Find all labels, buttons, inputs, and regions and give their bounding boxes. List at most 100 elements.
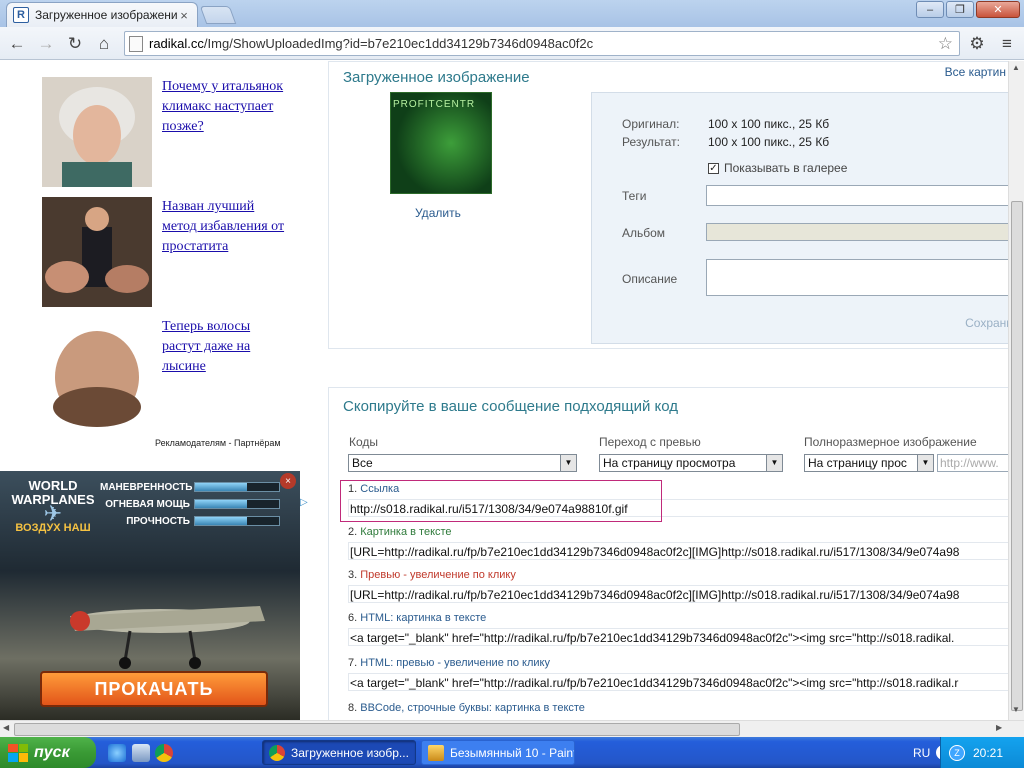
ad-link[interactable]: Теперь волосы растут даже на лысине: [162, 317, 292, 377]
new-tab-button[interactable]: [199, 6, 237, 24]
url-host: radikal.cc: [149, 36, 204, 51]
album-select[interactable]: [706, 223, 1008, 241]
stat-row: МАНЕВРЕННОСТЬ: [100, 479, 280, 495]
upgrade-button[interactable]: ПРОКАЧАТЬ: [40, 671, 268, 707]
code-value-field[interactable]: [URL=http://radikal.ru/fp/b7e210ec1dd341…: [348, 585, 1008, 603]
ad-item[interactable]: Теперь волосы растут даже на лысине: [42, 317, 292, 427]
elderly-woman-photo[interactable]: [42, 77, 152, 187]
ad-link[interactable]: Назван лучший метод избавления от проста…: [162, 197, 292, 257]
man-with-women-photo[interactable]: [42, 197, 152, 307]
back-arrow-icon[interactable]: ←: [6, 33, 28, 55]
thumbnail-text: PROFITCENTR: [393, 99, 476, 110]
game-ad-banner[interactable]: WORLD WARPLANES ✈ ВОЗДУХ НАШ МАНЕВРЕННОС…: [0, 471, 300, 720]
banner-stats: МАНЕВРЕННОСТЬ ОГНЕВАЯ МОЩЬ ПРОЧНОСТЬ: [100, 479, 280, 530]
logo-line: WORLD: [28, 478, 78, 493]
globe-extension-icon[interactable]: ⚙: [966, 33, 988, 55]
scroll-left-icon[interactable]: ◀: [3, 723, 9, 732]
save-button[interactable]: Сохрани: [965, 316, 1008, 330]
tab-close-icon[interactable]: ×: [177, 8, 191, 23]
stat-fill: [195, 483, 248, 491]
forward-arrow-icon[interactable]: →: [35, 33, 57, 55]
reload-icon[interactable]: ↻: [64, 33, 86, 55]
show-in-gallery-checkbox[interactable]: ✓: [708, 163, 719, 174]
ad-footer[interactable]: Рекламодателям - Партнёрам: [155, 438, 281, 448]
vertical-scrollbar[interactable]: ▲ ▼: [1008, 61, 1024, 720]
banner-close-icon[interactable]: ×: [280, 473, 296, 489]
code-name: HTML: картинка в тексте: [360, 612, 487, 624]
original-label: Оригинал:: [622, 117, 680, 131]
internet-explorer-icon[interactable]: [108, 744, 126, 762]
vertical-scroll-thumb[interactable]: [1011, 201, 1023, 711]
custom-url-input[interactable]: http://www.: [937, 454, 1008, 472]
close-window-button[interactable]: ✕: [976, 1, 1020, 18]
chrome-icon[interactable]: [155, 744, 173, 762]
home-icon[interactable]: ⌂: [93, 33, 115, 55]
codes-select-value: Все: [352, 456, 373, 470]
language-indicator[interactable]: RU: [913, 746, 930, 760]
full-size-select[interactable]: На страницу прос ▼: [804, 454, 934, 472]
code-name: Превью - увеличение по клику: [360, 569, 516, 581]
codes-heading: Скопируйте в ваше сообщение подходящий к…: [343, 398, 678, 415]
wings-icon: ✈: [43, 501, 63, 526]
start-button[interactable]: пуск: [0, 737, 96, 768]
browser-toolbar: ← → ↻ ⌂ radikal.cc/Img/ShowUploadedImg?i…: [0, 27, 1024, 60]
preview-select[interactable]: На страницу просмотра ▼: [599, 454, 783, 472]
code-value-field[interactable]: <a target="_blank" href="http://radikal.…: [348, 628, 1008, 646]
menu-icon[interactable]: ≡: [996, 33, 1018, 55]
stat-bar: [194, 516, 280, 526]
horizontal-scroll-thumb[interactable]: [14, 723, 740, 736]
ad-link[interactable]: Почему у итальянок климакс наступает поз…: [162, 77, 292, 137]
bookmark-star-icon[interactable]: ☆: [938, 34, 953, 54]
ad-choices-icon[interactable]: ▷: [300, 497, 312, 509]
code-value-field[interactable]: <a target="_blank" href="http://radikal.…: [348, 673, 1008, 691]
tags-label: Теги: [622, 189, 647, 203]
ad-item[interactable]: Почему у итальянок климакс наступает поз…: [42, 77, 292, 187]
all-pictures-link[interactable]: Все картин: [945, 65, 1006, 79]
album-label: Альбом: [622, 226, 666, 240]
uploaded-image-thumbnail[interactable]: PROFITCENTR: [390, 92, 492, 194]
code-name: HTML: превью - увеличение по клику: [360, 657, 550, 669]
taskbar-item-label: Безымянный 10 - Paint: [450, 745, 575, 760]
show-in-gallery-label[interactable]: Показывать в галерее: [724, 161, 847, 175]
stat-bar: [194, 482, 280, 492]
bald-head-photo[interactable]: [42, 317, 152, 427]
show-desktop-icon[interactable]: [132, 744, 150, 762]
taskbar-item-chrome[interactable]: Загруженное изобр...: [262, 740, 416, 765]
ad-item[interactable]: Назван лучший метод избавления от проста…: [42, 197, 292, 307]
taskbar-item-paint[interactable]: Безымянный 10 - Paint: [421, 740, 575, 765]
browser-tab[interactable]: R Загруженное изображение ×: [6, 2, 198, 27]
preview-label: Переход с превью: [599, 435, 701, 449]
code-title: 3. Превью - увеличение по клику: [348, 569, 1008, 585]
scroll-right-icon[interactable]: ▶: [996, 723, 1002, 732]
horizontal-scrollbar[interactable]: ◀ ▶: [0, 720, 1024, 737]
delete-link[interactable]: Удалить: [415, 206, 461, 220]
stat-label: ПРОЧНОСТЬ: [126, 515, 190, 527]
link-highlight-box: [340, 480, 662, 522]
codes-select[interactable]: Все ▼: [348, 454, 577, 472]
address-bar[interactable]: radikal.cc/Img/ShowUploadedImg?id=b7e210…: [124, 31, 960, 56]
tray-app-icon[interactable]: Z: [949, 744, 965, 761]
code-item-image: 2. Картинка в тексте [URL=http://radikal…: [348, 526, 1008, 560]
stat-label: ОГНЕВАЯ МОЩЬ: [105, 498, 190, 510]
code-name: Картинка в тексте: [360, 526, 452, 538]
page-viewport: Почему у итальянок климакс наступает поз…: [0, 61, 1008, 720]
stat-fill: [195, 500, 248, 508]
tab-title: Загруженное изображение: [35, 8, 177, 22]
stat-label: МАНЕВРЕННОСТЬ: [100, 481, 193, 493]
code-title: 6. HTML: картинка в тексте: [348, 612, 1008, 628]
code-value-field[interactable]: [URL=http://radikal.ru/fp/b7e210ec1dd341…: [348, 542, 1008, 560]
scroll-up-icon[interactable]: ▲: [1012, 63, 1020, 72]
code-number: 3.: [348, 569, 358, 581]
tags-input[interactable]: [706, 185, 1008, 206]
paint-icon: [428, 744, 444, 761]
code-number: 6.: [348, 612, 358, 624]
code-title: 2. Картинка в тексте: [348, 526, 1008, 542]
maximize-button[interactable]: ❐: [946, 1, 974, 18]
clock[interactable]: 20:21: [973, 746, 1003, 760]
stat-row: ПРОЧНОСТЬ: [100, 513, 280, 529]
minimize-button[interactable]: –: [916, 1, 944, 18]
radikal-favicon-icon: R: [13, 7, 29, 23]
browser-titlebar: R Загруженное изображение × – ❐ ✕: [0, 0, 1024, 27]
description-textarea[interactable]: [706, 259, 1008, 296]
scroll-down-icon[interactable]: ▼: [1012, 705, 1020, 714]
